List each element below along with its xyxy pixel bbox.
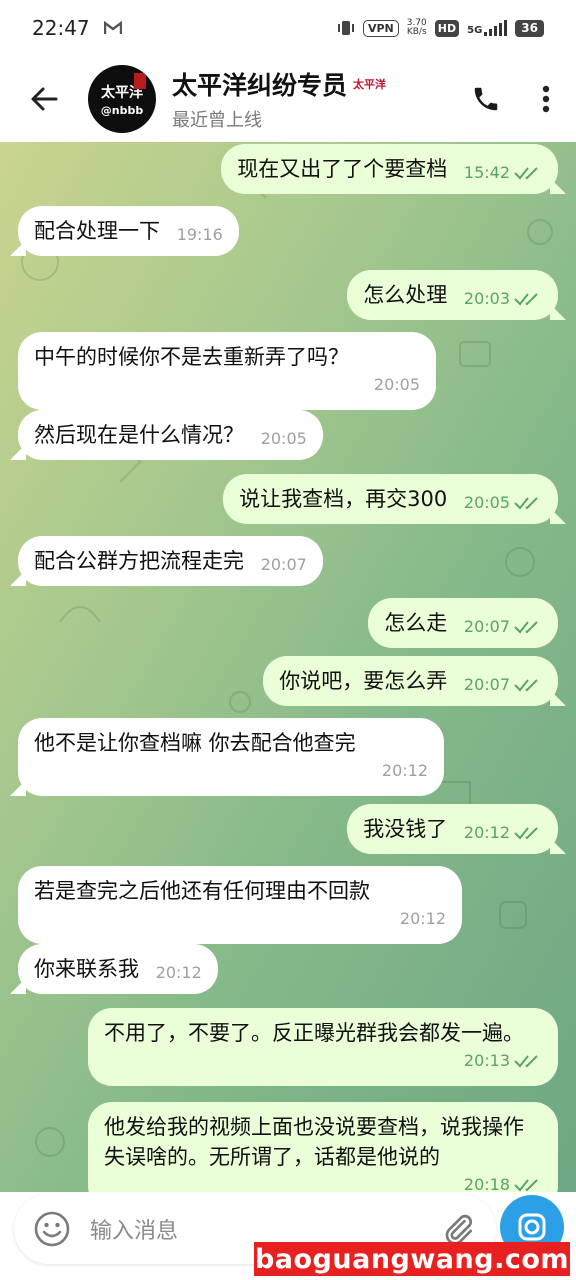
message-outgoing[interactable]: 我没钱了 20:12 [347,804,566,854]
vpn-badge: VPN [362,19,399,37]
message-incoming[interactable]: 配合处理一下 19:16 [10,206,239,256]
message-text: 配合公群方把流程走完 [34,549,244,573]
message-input[interactable]: 输入消息 [90,1213,420,1245]
last-seen-status: 最近曾上线 [172,110,262,131]
double-check-icon [514,167,538,180]
message-text: 然后现在是什么情况？ [34,423,244,447]
message-text: 说让我查档，再交300 [239,487,448,511]
signal-bars-icon [484,20,508,36]
chat-title-area[interactable]: 太平洋纠纷专员 太平洋 最近曾上线 [172,66,410,132]
chat-header: 太平洋 @nbbb 太平洋纠纷专员 太平洋 最近曾上线 [0,56,576,142]
message-text: 中午的时候你不是去重新弄了吗？ [34,345,349,369]
call-button[interactable] [456,69,516,129]
message-outgoing[interactable]: 现在又出了了个要查档 15:42 [221,144,566,194]
message-time: 15:42 [463,163,510,182]
avatar[interactable]: 太平洋 @nbbb [88,65,156,133]
arrow-left-icon [31,87,58,111]
message-incoming[interactable]: 中午的时候你不是去重新弄了吗？ 20:05 [18,332,436,410]
message-incoming[interactable]: 他不是让你查档嘛 你去配合他查完 20:12 [10,718,444,796]
vibrate-icon [337,21,354,35]
message-meta: 20:07 [464,612,542,642]
smiley-icon [34,1211,70,1247]
camera-icon [518,1213,546,1241]
emoji-button[interactable] [14,1210,90,1248]
message-outgoing[interactable]: 怎么走 20:07 [368,598,558,648]
message-meta: 20:18 [104,1170,542,1192]
network-type: 5G [467,25,483,36]
message-incoming[interactable]: 若是查完之后他还有任何理由不回款 20:12 [18,866,462,944]
message-text: 你来联系我 [34,957,139,981]
message-text: 不用了，不要了。反正曝光群我会都发一遍。 [104,1021,524,1045]
more-options-button[interactable] [516,69,576,129]
net-speed-unit: KB/s [406,27,427,37]
avatar-seal [134,73,146,89]
message-time: 20:07 [463,617,510,636]
double-check-icon [514,621,538,634]
message-outgoing[interactable]: 不用了，不要了。反正曝光群我会都发一遍。 20:13 [88,1008,558,1086]
chat-title: 太平洋纠纷专员 [172,71,348,100]
message-time: 20:12 [463,823,510,842]
hd-badge: HD [434,19,460,37]
title-badge: 太平洋 [353,78,387,91]
message-outgoing[interactable]: 你说吧，要怎么弄 20:07 [263,656,566,706]
phone-icon [474,87,498,111]
message-time: 20:12 [399,909,446,928]
message-time: 20:03 [463,289,510,308]
message-time: 20:05 [373,375,420,394]
message-text: 你说吧，要怎么弄 [279,669,448,693]
more-vertical-icon [542,85,550,113]
message-incoming[interactable]: 配合公群方把流程走完 20:07 [10,536,323,586]
message-incoming[interactable]: 你来联系我 20:12 [10,944,218,994]
message-meta: 20:05 [464,488,542,518]
message-text: 怎么处理 [363,283,448,307]
message-outgoing[interactable]: 怎么处理 20:03 [347,270,566,320]
message-meta: 15:42 [464,158,542,188]
message-text: 怎么走 [384,611,448,635]
double-check-icon [514,293,538,306]
back-button[interactable] [0,56,88,142]
message-meta: 20:13 [104,1046,542,1076]
message-incoming[interactable]: 然后现在是什么情况？ 20:05 [10,410,323,460]
message-text: 若是查完之后他还有任何理由不回款 [34,879,370,903]
double-check-icon [514,497,538,510]
message-outgoing[interactable]: 说让我查档，再交300 20:05 [223,474,566,524]
message-text: 他不是让你查档嘛 你去配合他查完 [34,731,356,755]
message-meta: 20:07 [464,670,542,700]
gmail-icon [103,21,122,34]
clock: 22:47 [32,16,90,40]
message-text: 我没钱了 [363,817,448,841]
message-time: 20:12 [155,963,202,982]
message-meta: 20:12 [464,818,542,848]
watermark: baoguangwang.com [254,1242,570,1276]
message-meta: 20:03 [464,284,542,314]
signal-5g: 5G [467,20,508,36]
message-time: 19:16 [176,225,223,244]
message-time: 20:12 [381,761,428,780]
message-time: 20:07 [463,675,510,694]
paperclip-icon [445,1214,473,1245]
message-time: 20:18 [463,1175,510,1192]
status-bar: 22:47 VPN 3.70 KB/s HD 5G 36 [0,0,576,56]
message-time: 20:07 [260,555,307,574]
message-time: 20:05 [463,493,510,512]
message-time: 20:05 [260,429,307,448]
avatar-handle: @nbbb [100,103,144,117]
message-list[interactable]: 现在又出了了个要查档 15:42 配合处理一下 19:16 怎么处理 20:03… [0,142,576,1192]
double-check-icon [514,1179,538,1192]
battery-icon: 36 [515,19,544,37]
message-time: 20:13 [463,1051,510,1070]
message-text: 他发给我的视频上面也没说要查档，说我操作失误啥的。无所谓了，话都是他说的 [104,1115,524,1169]
double-check-icon [514,827,538,840]
double-check-icon [514,679,538,692]
message-outgoing[interactable]: 他发给我的视频上面也没说要查档，说我操作失误啥的。无所谓了，话都是他说的 20:… [88,1102,558,1192]
message-text: 现在又出了了个要查档 [237,157,448,181]
message-text: 配合处理一下 [34,219,160,243]
net-speed: 3.70 KB/s [407,19,427,37]
attach-button[interactable] [420,1212,496,1246]
double-check-icon [514,1055,538,1068]
